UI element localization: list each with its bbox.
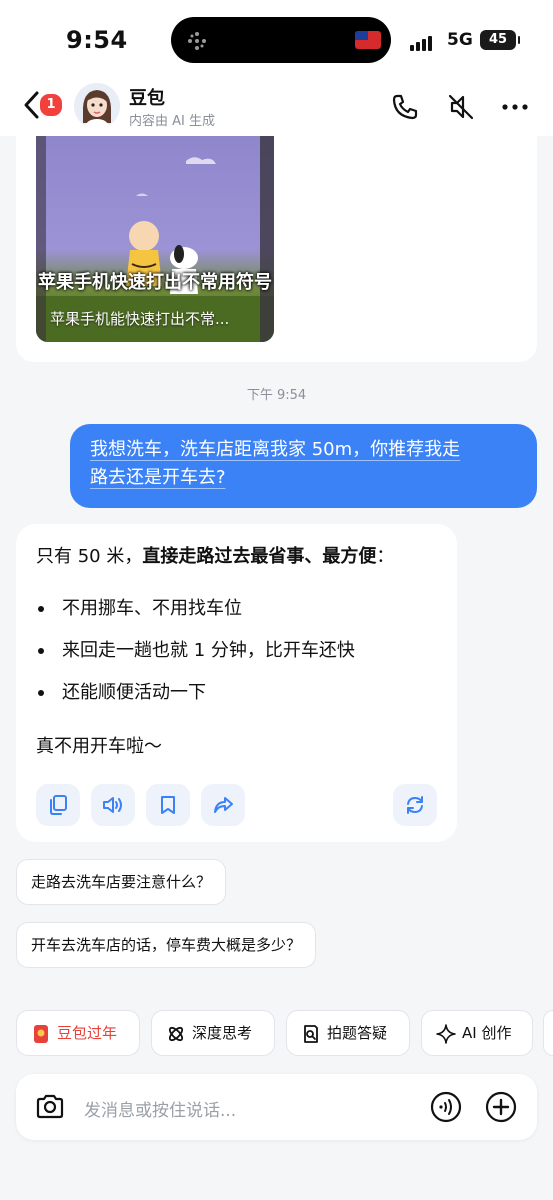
ai-intro: 只有 50 米，直接走路过去最省事、最方便：: [36, 542, 394, 568]
chip-label: 豆包过年: [57, 1024, 118, 1042]
chip-doubao-new-year[interactable]: 豆包过年: [16, 1010, 140, 1056]
status-time: 9:54: [66, 26, 128, 54]
ai-message-bubble: 只有 50 米，直接走路过去最省事、最方便： 不用挪车、不用找车位 来回走一趟也…: [16, 524, 457, 842]
ai-disclaimer: 内容由 AI 生成: [129, 114, 215, 129]
search-doc-icon: [304, 1025, 318, 1043]
voice-wave-icon: [430, 1091, 462, 1123]
chip-overflow[interactable]: [543, 1010, 553, 1056]
ai-intro-bold: 直接走路过去最省事、最方便: [142, 546, 377, 567]
chip-label: 拍题答疑: [327, 1024, 388, 1042]
chip-ai-creation[interactable]: AI 创作: [421, 1010, 533, 1056]
avatar[interactable]: [74, 83, 120, 129]
user-message-line-2: 路去还是开车去?: [90, 467, 226, 488]
ai-intro-end: ：: [376, 546, 395, 567]
unread-badge: 1: [38, 92, 64, 118]
sparkle-icon: [436, 1024, 456, 1044]
mute-speaker-icon[interactable]: [446, 92, 476, 122]
flag-icon: [355, 31, 381, 49]
refresh-icon: [407, 796, 423, 814]
list-item: 来回走一趟也就 1 分钟，比开车还快: [36, 636, 355, 662]
voice-button[interactable]: [430, 1091, 462, 1123]
dynamic-island: [171, 17, 391, 63]
plus-icon: [485, 1091, 517, 1123]
share-icon: [214, 797, 233, 813]
user-message-line-1: 我想洗车，洗车店距离我家 50m，你推荐我走: [90, 439, 461, 460]
message-timestamp: 下午 9:54: [246, 388, 307, 403]
video-title: 苹果手机能快速打出不常...: [50, 310, 230, 328]
battery-icon: 45: [480, 30, 520, 50]
list-item-text: 来回走一趟也就 1 分钟，比开车还快: [62, 640, 355, 661]
chip-label: AI 创作: [462, 1024, 512, 1042]
read-aloud-button[interactable]: [91, 784, 135, 826]
suggestion-chip[interactable]: 开车去洗车店的话，停车费大概是多少？: [16, 922, 317, 968]
message-input-bar: 发消息或按住说话...: [16, 1074, 537, 1140]
list-item-text: 还能顺便活动一下: [62, 682, 206, 703]
list-item: 不用挪车、不用找车位: [36, 594, 242, 620]
chip-deep-thinking[interactable]: 深度思考: [151, 1010, 275, 1056]
more-icon[interactable]: [500, 92, 530, 122]
suggestion-chip[interactable]: 走路去洗车店要注意什么？: [16, 859, 227, 905]
camera-button[interactable]: [34, 1092, 66, 1122]
ai-closing: 真不用开车啦～: [36, 736, 162, 757]
list-item-text: 不用挪车、不用找车位: [62, 598, 242, 619]
share-button[interactable]: [201, 784, 245, 826]
ai-intro-plain: 只有 50 米，: [36, 546, 143, 567]
activity-icon: [187, 31, 207, 51]
camera-icon: [36, 1094, 64, 1119]
chip-label: 深度思考: [192, 1024, 253, 1042]
regenerate-button[interactable]: [393, 784, 437, 826]
chat-title: 豆包: [129, 88, 165, 109]
chip-photo-answer[interactable]: 拍题答疑: [286, 1010, 410, 1056]
red-envelope-icon: [34, 1025, 48, 1043]
speaker-icon: [103, 797, 122, 813]
message-input[interactable]: 发消息或按住说话...: [84, 1096, 236, 1121]
copy-button[interactable]: [36, 784, 80, 826]
bookmark-icon: [161, 796, 175, 814]
video-caption: 苹果手机快速打出不常用符号: [38, 272, 272, 293]
video-card[interactable]: 苹果手机快速打出不常用符号 苹果手机能快速打出不常...: [36, 136, 274, 342]
user-message-bubble[interactable]: 我想洗车，洗车店距离我家 50m，你推荐我走 路去还是开车去?: [70, 424, 537, 508]
list-item: 还能顺便活动一下: [36, 678, 206, 704]
chat-header: 1 豆包 内容由 AI 生成: [0, 80, 553, 136]
copy-icon: [50, 795, 67, 815]
phone-icon[interactable]: [390, 92, 420, 122]
add-button[interactable]: [485, 1091, 517, 1123]
status-bar: 9:54 5G 45: [0, 0, 553, 80]
atom-icon: [168, 1026, 184, 1042]
bookmark-button[interactable]: [146, 784, 190, 826]
network-type: 5G: [447, 30, 473, 50]
signal-icon: [410, 32, 434, 51]
